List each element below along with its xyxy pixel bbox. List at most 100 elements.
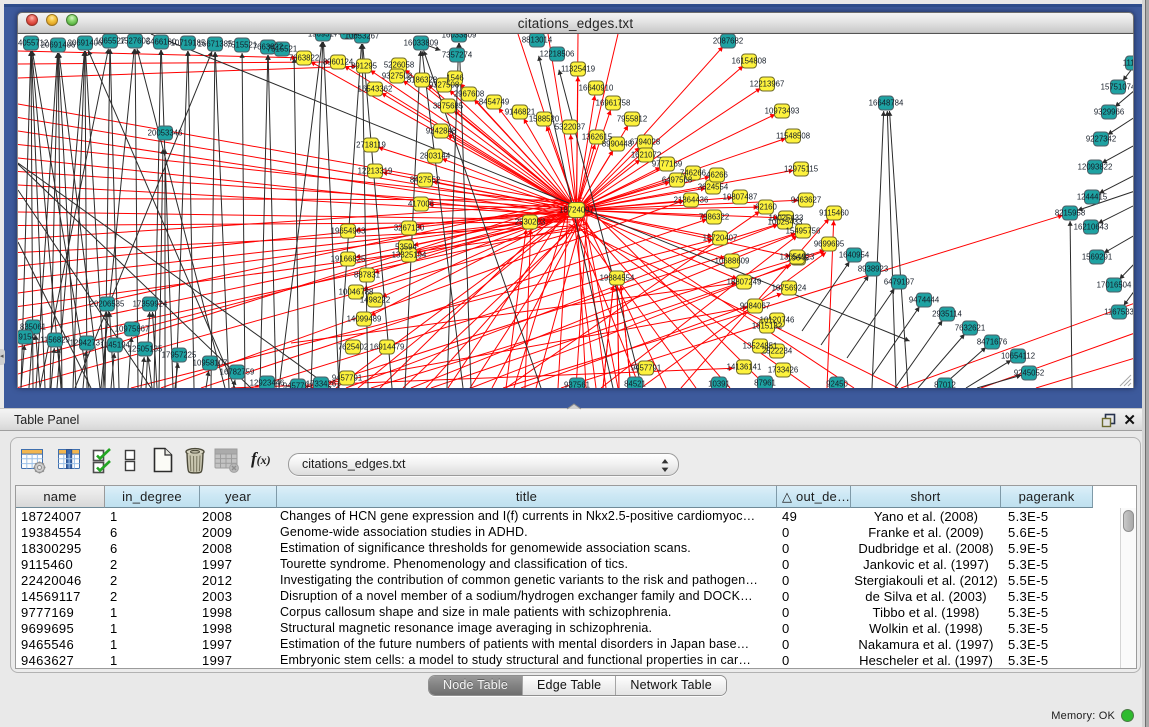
svg-text:2087682: 2087682 bbox=[713, 36, 743, 45]
svg-text:10958107: 10958107 bbox=[193, 358, 228, 367]
svg-text:13654923: 13654923 bbox=[780, 252, 815, 261]
svg-text:12213319: 12213319 bbox=[358, 166, 393, 175]
svg-text:16210643: 16210643 bbox=[1074, 222, 1109, 231]
svg-text:9115460: 9115460 bbox=[819, 208, 849, 217]
svg-text:14136141: 14136141 bbox=[727, 362, 762, 371]
svg-text:16033809: 16033809 bbox=[404, 38, 439, 47]
svg-text:891295: 891295 bbox=[351, 61, 378, 70]
svg-text:19166825: 19166825 bbox=[331, 254, 366, 263]
svg-text:92450: 92450 bbox=[826, 379, 848, 388]
svg-text:20206535: 20206535 bbox=[90, 299, 125, 308]
svg-text:10688609: 10688609 bbox=[715, 256, 750, 265]
svg-text:1733426: 1733426 bbox=[768, 365, 798, 374]
svg-text:12093822: 12093822 bbox=[1078, 162, 1113, 171]
svg-text:19384554: 19384554 bbox=[600, 273, 635, 282]
svg-text:3875685: 3875685 bbox=[433, 101, 464, 110]
svg-text:62160: 62160 bbox=[755, 202, 777, 211]
svg-text:7625402: 7625402 bbox=[338, 342, 368, 351]
svg-text:7515521: 7515521 bbox=[267, 44, 297, 53]
svg-text:9245052: 9245052 bbox=[1014, 368, 1044, 377]
svg-text:6794028: 6794028 bbox=[630, 137, 660, 146]
svg-text:7663822: 7663822 bbox=[289, 53, 319, 62]
svg-text:12923446: 12923446 bbox=[250, 378, 285, 387]
svg-text:16914479: 16914479 bbox=[370, 342, 405, 351]
svg-text:10756924: 10756924 bbox=[772, 283, 807, 292]
svg-text:11325419: 11325419 bbox=[561, 64, 595, 73]
svg-text:2935114: 2935114 bbox=[932, 309, 962, 318]
svg-text:87961: 87961 bbox=[754, 378, 776, 387]
svg-text:16033809: 16033809 bbox=[442, 34, 477, 39]
svg-text:10653267: 10653267 bbox=[345, 34, 380, 40]
svg-text:1498222: 1498222 bbox=[360, 295, 390, 304]
svg-text:7357274: 7357274 bbox=[442, 50, 473, 59]
svg-text:84521: 84521 bbox=[624, 379, 646, 388]
svg-text:18724007: 18724007 bbox=[559, 205, 594, 214]
svg-text:12213967: 12213967 bbox=[750, 79, 785, 88]
svg-text:417006: 417006 bbox=[408, 199, 434, 208]
svg-text:3267130: 3267130 bbox=[394, 223, 425, 232]
svg-text:16154808: 16154808 bbox=[732, 56, 767, 65]
svg-text:8938923: 8938923 bbox=[858, 264, 888, 273]
svg-text:835061: 835061 bbox=[20, 322, 46, 331]
svg-text:1145194: 1145194 bbox=[100, 340, 130, 349]
svg-text:1244415: 1244415 bbox=[1077, 192, 1108, 201]
svg-text:1621072: 1621072 bbox=[631, 150, 661, 159]
svg-text:39154: 39154 bbox=[18, 332, 37, 341]
svg-text:5322037: 5322037 bbox=[555, 122, 585, 131]
svg-text:9474444: 9474444 bbox=[909, 295, 940, 304]
svg-text:7986322: 7986322 bbox=[699, 212, 729, 221]
svg-text:2718119: 2718119 bbox=[356, 140, 386, 149]
svg-text:16640910: 16640910 bbox=[579, 83, 614, 92]
svg-text:9227342: 9227342 bbox=[1086, 134, 1116, 143]
svg-text:10391: 10391 bbox=[708, 379, 730, 388]
svg-text:937561: 937561 bbox=[564, 380, 590, 388]
svg-text:2530203: 2530203 bbox=[515, 217, 545, 226]
svg-text:887831: 887831 bbox=[354, 270, 380, 279]
svg-text:12505135: 12505135 bbox=[128, 344, 163, 353]
svg-text:16648784: 16648784 bbox=[869, 98, 904, 107]
svg-text:8813014: 8813014 bbox=[522, 35, 553, 44]
svg-text:19654963: 19654963 bbox=[331, 226, 366, 235]
svg-text:1156829: 1156829 bbox=[40, 335, 70, 344]
svg-text:14099489: 14099489 bbox=[347, 314, 382, 323]
svg-text:8471676: 8471676 bbox=[977, 337, 1007, 346]
svg-text:10973493: 10973493 bbox=[765, 106, 800, 115]
svg-text:87012: 87012 bbox=[934, 380, 956, 388]
svg-text:11548508: 11548508 bbox=[776, 131, 810, 140]
svg-text:2803144: 2803144 bbox=[420, 151, 451, 160]
svg-text:3624554: 3624554 bbox=[698, 182, 729, 191]
svg-text:6497568: 6497568 bbox=[662, 175, 692, 184]
svg-text:16961758: 16961758 bbox=[596, 98, 631, 107]
svg-text:9457791: 9457791 bbox=[332, 373, 362, 382]
svg-text:15720407: 15720407 bbox=[703, 233, 738, 242]
svg-text:18807249: 18807249 bbox=[727, 277, 762, 286]
svg-text:9242848: 9242848 bbox=[426, 126, 456, 135]
svg-text:15495756: 15495756 bbox=[786, 226, 821, 235]
svg-text:17359924: 17359924 bbox=[133, 299, 168, 308]
svg-text:10975867: 10975867 bbox=[115, 324, 150, 333]
svg-text:9084067: 9084067 bbox=[740, 301, 770, 310]
svg-text:12975115: 12975115 bbox=[784, 164, 819, 173]
svg-text:21364436: 21364436 bbox=[674, 195, 709, 204]
svg-text:10025433: 10025433 bbox=[768, 217, 803, 226]
svg-text:1167533: 1167533 bbox=[1104, 307, 1134, 316]
svg-text:16782759: 16782759 bbox=[220, 367, 255, 376]
svg-text:9457791: 9457791 bbox=[631, 363, 661, 372]
svg-text:10807487: 10807487 bbox=[723, 192, 758, 201]
svg-text:46266: 46266 bbox=[706, 170, 728, 179]
svg-text:9329966: 9329966 bbox=[1094, 107, 1124, 116]
svg-text:2522234: 2522234 bbox=[762, 346, 793, 355]
svg-text:16543362: 16543362 bbox=[358, 84, 393, 93]
svg-text:20053346: 20053346 bbox=[148, 128, 183, 137]
svg-text:8960124: 8960124 bbox=[323, 57, 354, 66]
svg-text:10654112: 10654112 bbox=[1001, 351, 1035, 360]
svg-text:7955812: 7955812 bbox=[617, 114, 647, 123]
svg-text:8427552: 8427552 bbox=[410, 175, 440, 184]
svg-text:6479197: 6479197 bbox=[884, 277, 914, 286]
svg-text:1615132: 1615132 bbox=[752, 321, 782, 330]
svg-text:9463627: 9463627 bbox=[791, 195, 821, 204]
svg-text:17016504: 17016504 bbox=[1097, 280, 1132, 289]
svg-text:1546: 1546 bbox=[446, 73, 463, 82]
svg-text:5226058: 5226058 bbox=[384, 60, 414, 69]
svg-text:9777169: 9777169 bbox=[652, 159, 682, 168]
